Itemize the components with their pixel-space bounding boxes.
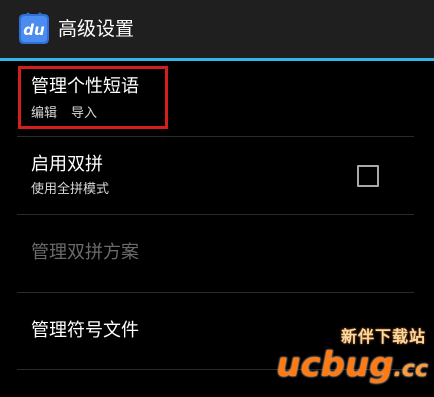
watermark-logo-suffix: .cc [393, 357, 428, 382]
action-bar: du 高级设置 [0, 0, 434, 58]
highlight-box [18, 66, 168, 129]
page-title: 高级设置 [58, 18, 135, 40]
watermark-logo: ucbug.cc [276, 345, 428, 390]
watermark-chinese: 新伴下载站 [340, 327, 426, 346]
pref-manage-shuangpin-scheme: 管理双拼方案 [17, 215, 416, 292]
shuangpin-checkbox[interactable] [357, 165, 379, 187]
pref-enable-shuangpin-summary: 使用全拼模式 [31, 182, 110, 197]
pref-manage-symbol-files-title: 管理符号文件 [31, 320, 139, 341]
du-keyboard-app-icon[interactable]: du [16, 11, 52, 47]
action-bar-divider [0, 58, 434, 61]
watermark-logo-text: ucbug [276, 345, 394, 385]
watermark: 新伴下载站 ucbug.cc [276, 325, 428, 391]
pref-enable-shuangpin-title: 启用双拼 [31, 154, 103, 175]
pref-manage-shuangpin-scheme-title: 管理双拼方案 [31, 242, 139, 263]
app-icon-text: du [23, 21, 45, 39]
